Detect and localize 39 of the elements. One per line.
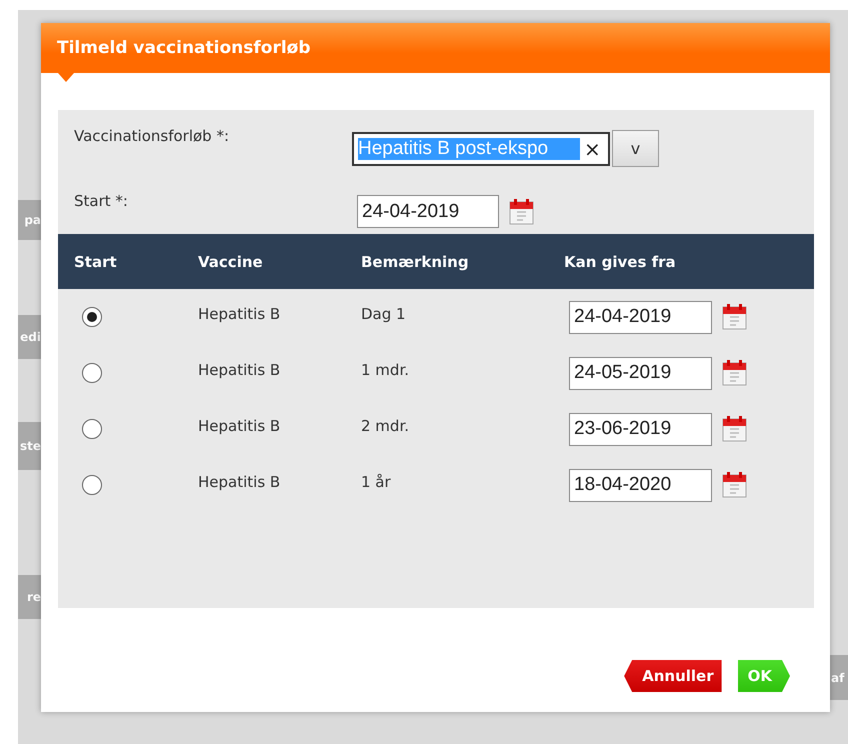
field-label: Start *:	[74, 191, 129, 212]
table-cell-text: Hepatitis B	[198, 472, 282, 491]
date-field[interactable]: 18-04-2020	[569, 468, 712, 502]
calendar-icon[interactable]	[722, 304, 747, 330]
calendar-icon[interactable]	[509, 198, 534, 224]
field-label: Vaccinationsforløb *:	[74, 126, 230, 147]
radio-button[interactable]	[82, 363, 102, 383]
column-header: Bemærkning	[361, 252, 470, 270]
cancel-button[interactable]: Annuller	[624, 660, 722, 692]
background-text: af	[830, 655, 848, 700]
column-header: Vaccine	[198, 252, 264, 270]
column-header: Start	[74, 252, 118, 270]
date-field[interactable]: 24-04-2019	[357, 195, 499, 228]
column-header: Kan gives fra	[564, 252, 677, 270]
background-text: edi	[18, 315, 41, 359]
clear-button[interactable]: ×	[580, 136, 601, 160]
dialog-title: Tilmeld vaccinationsforløb	[57, 38, 311, 58]
table-cell-text: 2 mdr.	[361, 416, 410, 435]
radio-button[interactable]	[82, 475, 102, 495]
calendar-icon[interactable]	[722, 416, 747, 442]
background-text: ste	[18, 422, 41, 470]
table-cell-text: Hepatitis B	[198, 360, 282, 379]
date-field[interactable]: 24-04-2019	[569, 300, 712, 334]
background-text: pa	[18, 200, 41, 240]
table-cell-text: 1 mdr.	[361, 360, 410, 379]
table-cell-text: 1 år	[361, 472, 392, 491]
header-pointer	[58, 73, 74, 82]
table-cell-text: Hepatitis B	[198, 416, 282, 435]
date-field[interactable]: 23-06-2019	[569, 412, 712, 446]
course-select-field[interactable]: Hepatitis B post-ekspo ×	[352, 132, 610, 166]
date-field[interactable]: 24-05-2019	[569, 356, 712, 390]
radio-button[interactable]	[82, 307, 102, 327]
dropdown-button[interactable]: v	[612, 130, 659, 167]
radio-button[interactable]	[82, 419, 102, 439]
calendar-icon[interactable]	[722, 360, 747, 386]
background-text: re	[18, 575, 41, 619]
table-cell-text: Dag 1	[361, 304, 407, 323]
calendar-icon[interactable]	[722, 472, 747, 498]
table-cell-text: Hepatitis B	[198, 304, 282, 323]
